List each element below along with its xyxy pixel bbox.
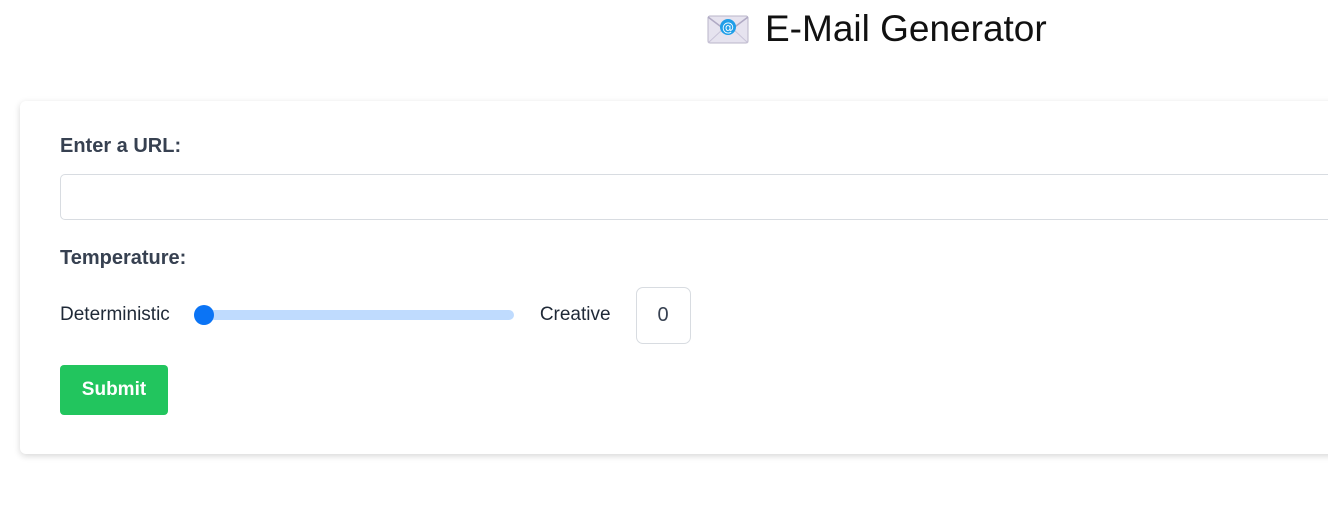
slider-track[interactable] xyxy=(193,310,514,320)
envelope-at-icon: @ xyxy=(707,13,749,45)
form-card: Enter a URL: Temperature: Deterministic … xyxy=(20,101,1328,454)
deterministic-label: Deterministic xyxy=(60,304,170,325)
temperature-slider[interactable] xyxy=(193,305,514,325)
temperature-slider-row: Deterministic Creative 0 xyxy=(60,286,691,344)
temperature-value: 0 xyxy=(635,286,691,344)
page-title: E-Mail Generator xyxy=(765,8,1047,49)
url-input[interactable] xyxy=(60,174,1328,220)
url-label: Enter a URL: xyxy=(60,135,182,157)
slider-thumb[interactable] xyxy=(193,305,214,325)
submit-button[interactable]: Submit xyxy=(60,365,168,415)
creative-label: Creative xyxy=(539,304,611,325)
page: @ E-Mail Generator Enter a URL: Temperat… xyxy=(0,0,1328,511)
svg-text:@: @ xyxy=(722,21,734,35)
temperature-label: Temperature: xyxy=(60,247,187,269)
page-header: @ E-Mail Generator xyxy=(707,6,1047,52)
